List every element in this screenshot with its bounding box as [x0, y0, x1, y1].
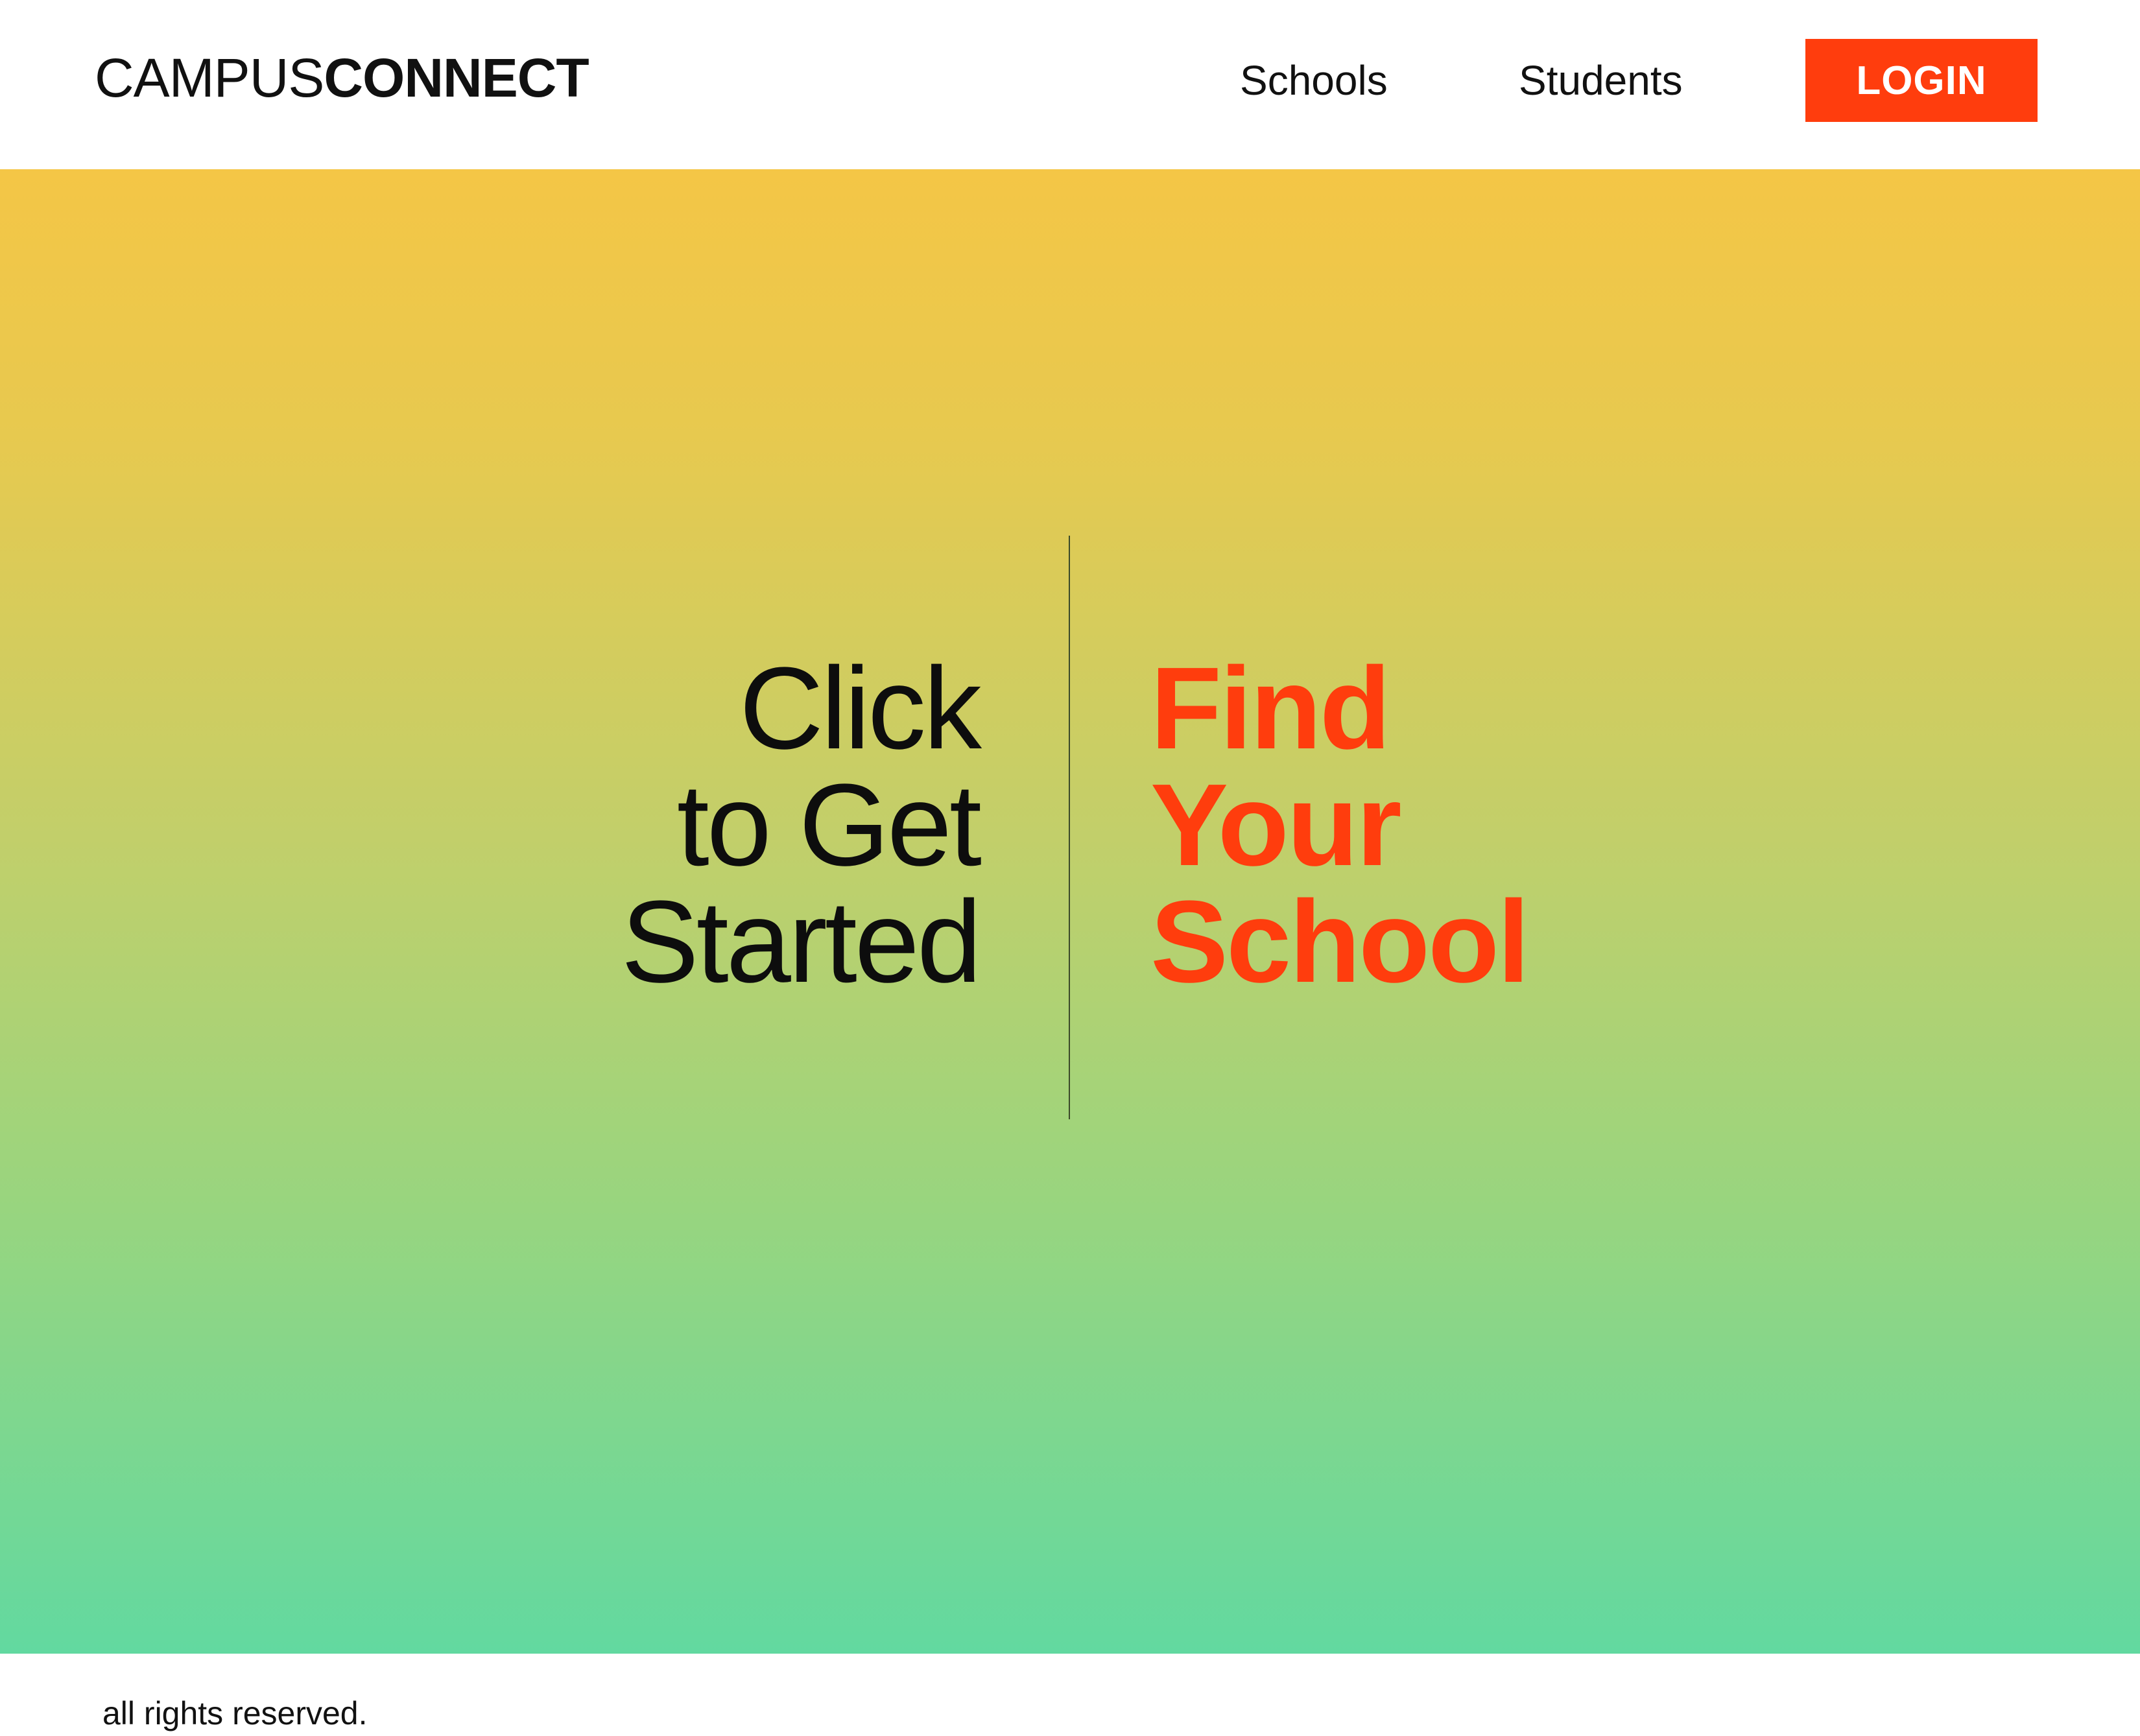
- find-school-line: School: [1150, 877, 1530, 1007]
- login-button[interactable]: LOGIN: [1805, 39, 2038, 122]
- find-your-school-link[interactable]: Find Your School: [1150, 643, 1530, 1007]
- nav-link-students[interactable]: Students: [1519, 52, 1683, 109]
- get-started-line: Started: [621, 877, 982, 1007]
- logo-text-campus: CAMPUS: [95, 47, 324, 108]
- rights-reserved-text: all rights reserved.: [102, 1695, 368, 1731]
- top-header: CAMPUSCONNECT Schools Students LOGIN: [0, 0, 2140, 169]
- get-started-link[interactable]: Click to Get Started: [621, 643, 982, 1007]
- hero-divider: [1069, 536, 1070, 1119]
- find-school-line: Find: [1150, 643, 1391, 774]
- hero-section: Click to Get Started Find Your School al…: [0, 169, 2140, 1731]
- logo-text-connect: CONNECT: [324, 47, 589, 108]
- nav-link-schools[interactable]: Schools: [1240, 52, 1388, 109]
- get-started-line: Click: [739, 643, 982, 774]
- find-school-line: Your: [1150, 760, 1402, 890]
- project-credits-text: a project by Esteban Mundo, Gareth Pette…: [1028, 1695, 2034, 1731]
- get-started-line: to Get: [676, 760, 982, 890]
- campusconnect-logo[interactable]: CAMPUSCONNECT: [95, 47, 589, 109]
